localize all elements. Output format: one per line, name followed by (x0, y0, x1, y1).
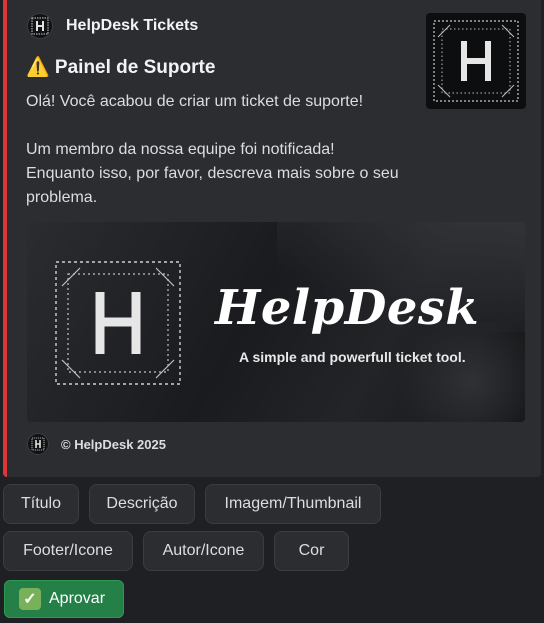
embed-footer: © HelpDesk 2025 (27, 432, 166, 456)
descricao-button[interactable]: Descrição (89, 484, 195, 524)
banner-logo-icon (52, 258, 184, 393)
embed-title: ⚠️ Painel de Suporte (26, 57, 216, 78)
approve-label: Aprovar (49, 590, 106, 607)
embed-card: HelpDesk Tickets ⚠️ Painel de Suporte Ol… (3, 0, 541, 477)
footer-icone-button[interactable]: Footer/Icone (3, 531, 133, 571)
author-name[interactable]: HelpDesk Tickets (66, 17, 198, 35)
embed-description: Olá! Você acabou de criar um ticket de s… (26, 93, 399, 206)
footer-text: © HelpDesk 2025 (61, 436, 166, 452)
titulo-button[interactable]: Título (3, 484, 79, 524)
banner-subtitle: A simple and powerfull ticket tool. (239, 349, 466, 365)
autor-icone-button[interactable]: Autor/Icone (143, 531, 264, 571)
author-logo-icon (27, 13, 53, 39)
cor-button[interactable]: Cor (274, 531, 349, 571)
banner-desk-shade (387, 322, 525, 422)
footer-logo-icon (27, 433, 49, 455)
banner-image[interactable]: HelpDesk A simple and powerfull ticket t… (27, 222, 525, 422)
embed-author: HelpDesk Tickets (27, 13, 198, 39)
thumbnail-logo-image[interactable] (426, 13, 526, 109)
imagem-thumbnail-button[interactable]: Imagem/Thumbnail (205, 484, 381, 524)
banner-title: HelpDesk (215, 280, 480, 336)
approve-button[interactable]: ✓ Aprovar (4, 580, 124, 618)
check-mark-icon: ✓ (19, 588, 41, 610)
